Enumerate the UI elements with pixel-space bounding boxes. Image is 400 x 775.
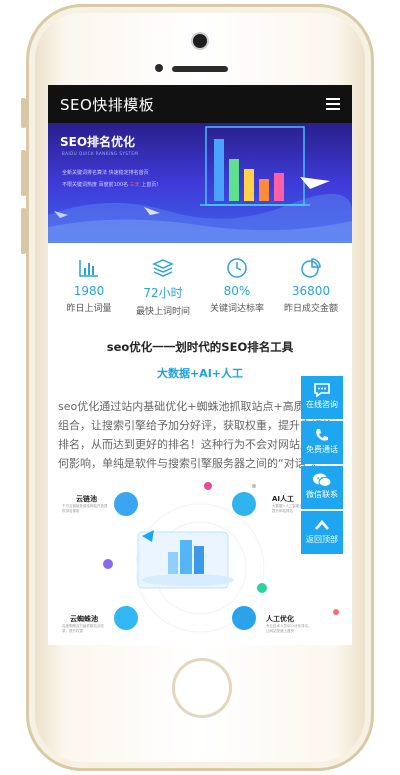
stat-value: 36800 [291,284,331,298]
banner-line-1: 全新关键词排名算法 快速稳定排名首页 [62,170,149,176]
banner-highlight: 三天 [129,182,140,188]
phone-icon [301,426,343,444]
bar-chart-icon [52,257,126,279]
layers-icon [126,257,200,279]
online-consult-button[interactable]: 在线咨询 [301,376,343,419]
node-title-cloud-link: 云链池 [76,495,97,503]
banner-subtitle: BAIDU QUICK RANKING SYSTEM [62,151,139,156]
stat-item: 36800 昨日成交金额 [274,257,348,317]
volume-down-button [21,208,26,254]
chat-bubble-icon [301,381,343,399]
banner-line-2-suffix: 上首页！ [139,182,162,188]
banner-line-2-prefix: 不限关键词热度 百度前100名 [62,182,130,188]
node-title-cloud-spider: 云蜘蛛池 [70,615,98,623]
site-brand[interactable]: SEO快排模板 [60,94,154,115]
wechat-icon [301,471,343,489]
top-nav-bar: SEO快排模板 [48,85,352,123]
floating-contact-bar: 在线咨询 免费通话 微信联系 返回顶部 [301,376,343,556]
stat-value: 72小时 [143,286,183,300]
stat-item: 80% 关键词达标率 [200,257,274,317]
float-label: 免费通话 [306,445,338,454]
float-label: 微信联系 [306,490,338,499]
stat-value: 1980 [73,284,105,298]
stats-row: 1980 昨日上词量 72小时 最快上词时间 80% 关键词达标率 36800 … [48,243,352,321]
stat-item: 72小时 最快上词时间 [126,257,200,317]
node-desc-manual: 专业技术人员SEO优化排名，让网站快速上首页 [266,624,312,633]
wechat-contact-button[interactable]: 微信联系 [301,466,343,509]
node-desc-cloud-spider: 百度蜘蛛百万级抓取站点收录，提升权重 [62,624,104,633]
stat-label: 昨日成交金额 [283,304,338,314]
camera-icon [193,34,207,48]
back-to-top-button[interactable]: 返回顶部 [301,511,343,554]
stat-label: 关键词达标率 [209,304,264,314]
section-headline: seo优化一一划时代的SEO排名工具 [106,340,294,354]
node-desc-cloud-link: 千万云链接免费给网站开放提供排名使用 [62,504,108,513]
node-title-manual: 人工优化 [266,615,294,623]
arrow-up-icon [301,516,343,534]
node-title-ai: AI人工 [272,495,295,503]
stat-label: 最快上词时间 [135,307,190,317]
home-button[interactable] [172,658,232,718]
volume-up-button [21,150,26,196]
speaker-grille [172,66,228,72]
phone-screen: SEO快排模板 SEO排名优化 BAIDU QUICK RANKING SYST… [48,85,352,645]
float-label: 在线咨询 [306,400,338,409]
pie-chart-icon [274,257,348,279]
stat-value: 80% [223,284,251,298]
hero-banner: SEO排名优化 BAIDU QUICK RANKING SYSTEM 全新关键词… [48,123,352,243]
mute-switch [21,98,26,128]
front-sensor-icon [155,64,163,72]
hamburger-menu-icon[interactable] [326,98,340,110]
clock-icon [200,257,274,279]
float-label: 返回顶部 [306,535,338,544]
banner-title: SEO排名优化 [60,135,136,149]
stat-item: 1980 昨日上词量 [52,257,126,317]
banner-line-2: 不限关键词热度 百度前100名 三天 上首页！ [62,181,161,188]
free-call-button[interactable]: 免费通话 [301,421,343,464]
stat-label: 昨日上词量 [66,304,112,314]
intro-paragraph: seo优化通过站内基础优化+蜘蛛池抓取站点+高质量外链组合，让搜索引擎给予加分好… [58,400,338,470]
